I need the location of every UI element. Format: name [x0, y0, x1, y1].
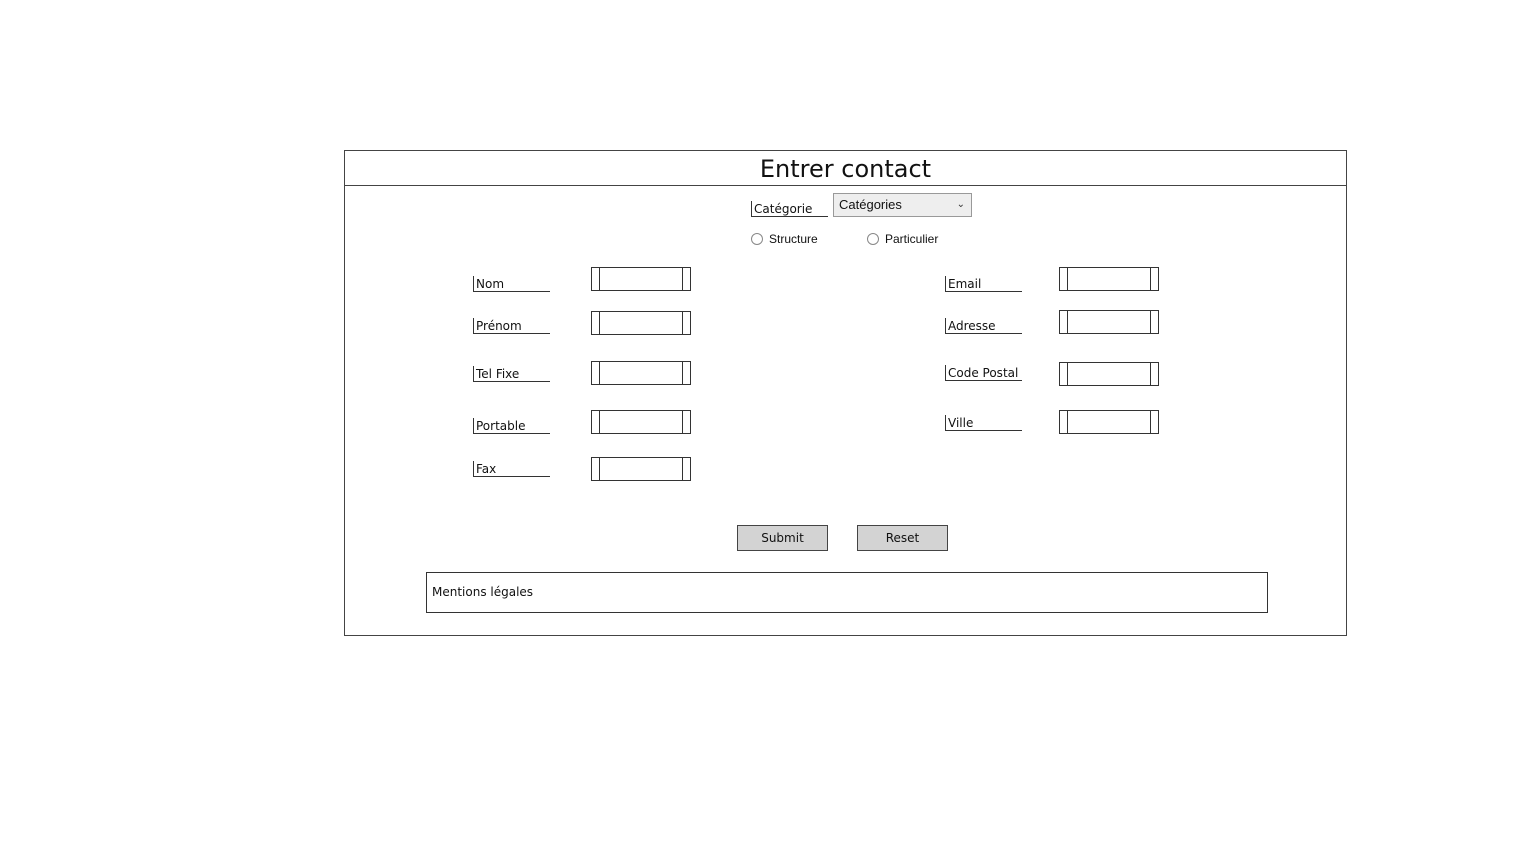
chevron-down-icon: ⌄: [956, 199, 965, 210]
mentions-legales-box: Mentions légales: [426, 572, 1268, 613]
code-postal-input[interactable]: [1059, 362, 1159, 386]
radio-structure-label: Structure: [769, 232, 818, 246]
portable-label: Portable: [473, 418, 550, 434]
form-title: Entrer contact: [345, 151, 1346, 186]
radio-structure[interactable]: Structure: [751, 232, 818, 246]
categorie-label: Catégorie: [751, 201, 828, 217]
code-postal-label: Code Postal: [945, 365, 1022, 381]
email-input[interactable]: [1059, 267, 1159, 291]
portable-input[interactable]: [591, 410, 691, 434]
fax-input[interactable]: [591, 457, 691, 481]
nom-input[interactable]: [591, 267, 691, 291]
categorie-select-value: Catégories: [839, 197, 902, 212]
mentions-legales-text: Mentions légales: [432, 585, 534, 599]
categorie-select[interactable]: Catégories ⌄: [833, 193, 972, 217]
adresse-input[interactable]: [1059, 310, 1159, 334]
radio-particulier[interactable]: Particulier: [867, 232, 938, 246]
nom-label: Nom: [473, 276, 550, 292]
adresse-label: Adresse: [945, 318, 1022, 334]
tel-fixe-label: Tel Fixe: [473, 366, 550, 382]
radio-circle-icon[interactable]: [867, 233, 879, 245]
prenom-label: Prénom: [473, 318, 550, 334]
submit-button[interactable]: Submit: [737, 525, 828, 551]
contact-form-window: Entrer contact Catégorie Catégories ⌄ St…: [344, 150, 1347, 636]
ville-input[interactable]: [1059, 410, 1159, 434]
email-label: Email: [945, 276, 1022, 292]
prenom-input[interactable]: [591, 311, 691, 335]
tel-fixe-input[interactable]: [591, 361, 691, 385]
ville-label: Ville: [945, 415, 1022, 431]
reset-button[interactable]: Reset: [857, 525, 948, 551]
radio-particulier-label: Particulier: [885, 232, 939, 246]
fax-label: Fax: [473, 461, 550, 477]
radio-circle-icon[interactable]: [751, 233, 763, 245]
